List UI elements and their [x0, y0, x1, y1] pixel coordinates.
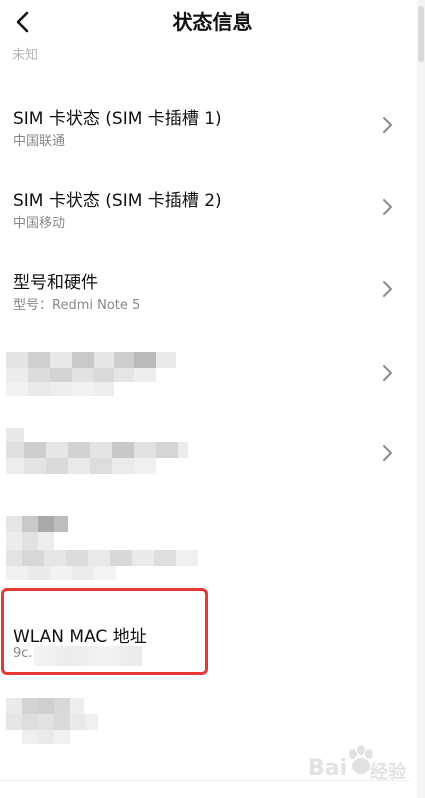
- watermark-text: Bai: [308, 756, 348, 781]
- chevron-right-icon: [383, 199, 392, 215]
- pixelated-redaction: [6, 352, 176, 400]
- pixelated-redaction: [6, 698, 98, 746]
- list-item-sim-slot-2[interactable]: SIM 卡状态 (SIM 卡插槽 2) 中国移动: [0, 172, 410, 248]
- page-title: 状态信息: [172, 10, 253, 34]
- item-subtitle: 型号：Redmi Note 5: [13, 298, 141, 313]
- header-bar: 状态信息: [0, 0, 425, 44]
- item-title: SIM 卡状态 (SIM 卡插槽 2): [13, 191, 222, 211]
- list-item-sim-slot-1[interactable]: SIM 卡状态 (SIM 卡插槽 1) 中国联通: [0, 90, 410, 166]
- chevron-right-icon: [383, 117, 392, 133]
- red-highlight-box: [1, 588, 208, 675]
- chevron-right-icon: [383, 445, 392, 461]
- pixelated-redaction: [6, 428, 188, 480]
- item-subtitle: 中国移动: [13, 216, 66, 231]
- chevron-right-icon: [383, 365, 392, 381]
- pixelated-redaction: [6, 516, 206, 580]
- partial-item-subtitle: 未知: [12, 48, 39, 61]
- item-title: 型号和硬件: [13, 273, 98, 293]
- scrollbar-thumb[interactable]: [418, 6, 424, 62]
- list-item-redacted-1[interactable]: [0, 344, 410, 410]
- list-item-model-hardware[interactable]: 型号和硬件 型号：Redmi Note 5: [0, 256, 410, 332]
- chevron-right-icon: [383, 281, 392, 297]
- item-subtitle: 中国联通: [13, 134, 66, 149]
- watermark-text-2: 经验: [370, 762, 406, 783]
- list-item-redacted-2[interactable]: [0, 422, 410, 492]
- baidu-watermark: Bai 经验: [308, 744, 408, 788]
- item-title: SIM 卡状态 (SIM 卡插槽 1): [13, 109, 222, 129]
- scrollbar-track[interactable]: [417, 0, 425, 798]
- list-item-redacted-3[interactable]: [0, 508, 410, 584]
